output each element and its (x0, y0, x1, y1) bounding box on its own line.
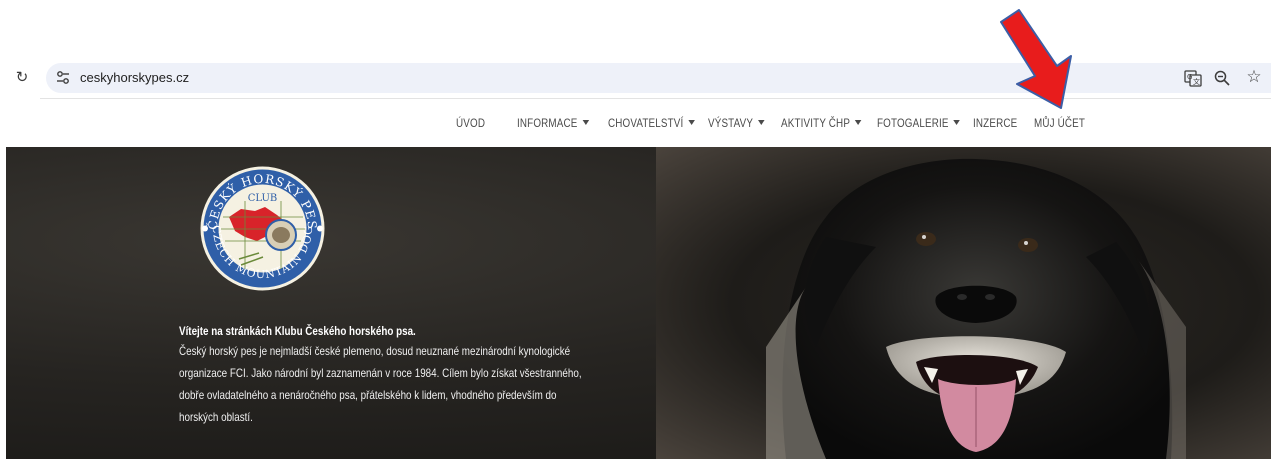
nav-item-muj-ucet[interactable]: MŮJ ÚČET (1034, 116, 1085, 130)
translate-icon[interactable]: G 文 (1184, 69, 1202, 87)
nav-label: VÝSTAVY (708, 116, 754, 130)
site-settings-icon[interactable] (56, 70, 70, 86)
hero-text-block: Vítejte na stránkách Klubu Českého horsk… (179, 322, 679, 428)
hero-paragraph-line: horských oblastí. (179, 410, 253, 424)
nav-item-chovatelstvi[interactable]: CHOVATELSTVÍ (608, 116, 695, 130)
annotation-arrow (1000, 9, 1072, 109)
caret-down-icon (688, 120, 695, 125)
caret-down-icon (854, 120, 862, 125)
reload-icon[interactable]: ↻ (14, 68, 30, 86)
caret-down-icon (582, 120, 590, 125)
nav-label: ÚVOD (456, 116, 486, 130)
nav-label: AKTIVITY ČHP (781, 116, 851, 130)
browser-page: ↻ ceskyhorskypes.cz G 文 ☆ ÚVOD INFORMACE… (0, 0, 1271, 459)
nav-item-fotogalerie[interactable]: FOTOGALERIE (877, 116, 961, 130)
nav-item-aktivity-chp[interactable]: AKTIVITY ČHP (781, 116, 862, 130)
hero-paragraph-line: dobře ovladatelného a nenáročného psa, p… (179, 388, 557, 402)
url-text[interactable]: ceskyhorskypes.cz (80, 70, 189, 86)
nav-item-inzerce[interactable]: INZERCE (973, 116, 1017, 130)
nav-label: CHOVATELSTVÍ (608, 116, 684, 130)
logo-center-text: CLUB (248, 193, 278, 204)
nav-label: FOTOGALERIE (877, 116, 949, 130)
bookmark-star-icon[interactable]: ☆ (1244, 67, 1264, 87)
nav-label: INZERCE (973, 116, 1018, 130)
svg-text:文: 文 (1193, 77, 1200, 86)
nav-item-informace[interactable]: INFORMACE (517, 116, 590, 130)
hero-paragraph-line: Český horský pes je nejmladší české plem… (179, 344, 571, 358)
zoom-icon[interactable] (1213, 69, 1231, 87)
nav-label: MŮJ ÚČET (1034, 116, 1086, 130)
caret-down-icon (758, 120, 765, 125)
caret-down-icon (953, 120, 961, 125)
hero-paragraph-line: organizace FCI. Jako národní byl zazname… (179, 366, 582, 380)
nav-item-vystavy[interactable]: VÝSTAVY (708, 116, 765, 130)
club-logo[interactable]: ČESKÝ HORSKÝ PES CZECH MOUNTAIN DOG CLUB (199, 165, 326, 292)
hero-banner: ČESKÝ HORSKÝ PES CZECH MOUNTAIN DOG CLUB… (6, 147, 1271, 459)
nav-label: INFORMACE (517, 116, 578, 130)
dog-photo (766, 158, 1186, 459)
hero-title: Vítejte na stránkách Klubu Českého horsk… (179, 324, 416, 338)
nav-item-uvod[interactable]: ÚVOD (456, 116, 485, 130)
svg-text:G: G (1187, 73, 1192, 81)
